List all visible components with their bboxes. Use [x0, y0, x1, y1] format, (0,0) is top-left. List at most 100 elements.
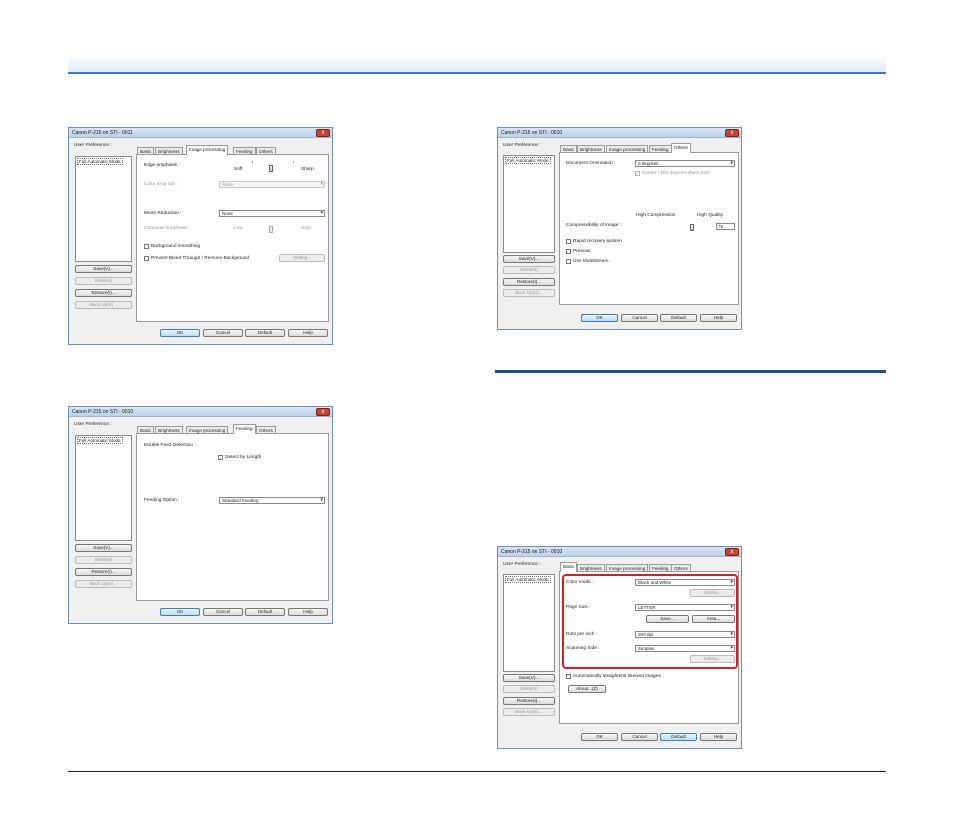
tab-image-processing[interactable]: Image processing [186, 145, 229, 155]
color-mode-label: Color mode : [566, 580, 594, 585]
default-button[interactable]: Default [660, 314, 697, 322]
color-setting-button[interactable]: Setting... [690, 589, 735, 597]
ok-button[interactable]: OK [581, 733, 618, 741]
save-button[interactable]: Save(V)... [75, 265, 132, 273]
delete-button[interactable]: Delete(I) [503, 685, 555, 693]
moire-reduction-label: Moire Reduction : [144, 211, 182, 216]
preference-list[interactable]: Full Automatic Mode [75, 156, 132, 262]
side-setting-button[interactable]: Setting... [690, 655, 735, 663]
color-drop-out-label: Color drop out : [144, 182, 178, 187]
detect-by-length-checkbox[interactable] [218, 455, 223, 460]
area-button[interactable]: Area... [692, 615, 735, 623]
save-button[interactable]: Save(V)... [75, 544, 132, 552]
doc-orientation-select[interactable]: 0 degrees [635, 160, 735, 167]
prescan-checkbox[interactable] [566, 249, 571, 254]
header-band [68, 55, 886, 73]
delete-button[interactable]: Delete(I) [75, 556, 132, 564]
auto-straighten-checkbox[interactable] [566, 674, 571, 679]
footer-rule [68, 771, 886, 772]
restore-button[interactable]: Restore(I)... [503, 278, 555, 286]
prevent-bleed-checkbox[interactable] [144, 256, 149, 261]
dialog-title: Canon P-215 on STI - 0010 [501, 549, 563, 555]
cancel-button[interactable]: Cancel [203, 608, 243, 616]
dialog-basic: Canon P-215 on STI - 0010 x User Prefere… [497, 546, 742, 749]
restore-button[interactable]: Restore(I)... [75, 568, 132, 576]
help-button[interactable]: Help [700, 314, 737, 322]
default-button[interactable]: Default [245, 329, 285, 337]
low-label: Low [234, 226, 243, 231]
about-button[interactable]: About...(Z) [568, 685, 606, 693]
list-item[interactable]: Full Automatic Mode [77, 437, 123, 444]
moire-reduction-select[interactable]: None [219, 210, 325, 217]
tab-panel: Edge emphasis : Soft Sharp Color drop ou… [136, 154, 329, 322]
ok-button[interactable]: OK [581, 314, 618, 322]
high-compression-label: High Compression [636, 213, 676, 218]
compress-spinbox[interactable]: 75 [716, 223, 735, 230]
close-button[interactable]: x [316, 408, 330, 416]
compress-slider-thumb[interactable] [690, 224, 694, 231]
save-button[interactable]: Save(V)... [503, 255, 555, 263]
scanning-side-label: Scanning Side : [566, 646, 600, 651]
user-preference-label: User Preference : [74, 143, 112, 148]
default-button[interactable]: Default [660, 733, 697, 741]
user-preference-label: User Preference : [74, 422, 112, 427]
close-button[interactable]: x [725, 548, 739, 556]
default-button[interactable]: Default [245, 608, 285, 616]
help-button[interactable]: Help [288, 329, 328, 337]
restore-button[interactable]: Restore(I)... [75, 289, 132, 297]
doc-orientation-label: Document Orientation : [566, 161, 616, 166]
detect-by-length-label: Detect by Length [225, 455, 262, 460]
rapid-recovery-checkbox[interactable] [566, 239, 571, 244]
list-item[interactable]: Full Automatic Mode [505, 157, 551, 164]
backup-button[interactable]: Back Up(X)... [503, 289, 555, 297]
use-multistream-checkbox[interactable] [566, 259, 571, 264]
help-button[interactable]: Help [700, 733, 737, 741]
preference-list[interactable]: Full Automatic Mode [503, 574, 555, 672]
backup-button[interactable]: Back Up(X)... [503, 708, 555, 716]
delete-button[interactable]: Delete(I) [503, 266, 555, 274]
save-button[interactable]: Save(V)... [503, 674, 555, 682]
cancel-button[interactable]: Cancel [621, 314, 658, 322]
ok-button[interactable]: OK [160, 608, 200, 616]
color-drop-out-select[interactable]: None [219, 181, 325, 188]
tab-others[interactable]: Others [671, 143, 691, 153]
ok-button[interactable]: OK [160, 329, 200, 337]
use-multistream-label: Use MultiStream [573, 259, 609, 264]
cancel-button[interactable]: Cancel [621, 733, 658, 741]
setting-button[interactable]: Setting... [279, 254, 325, 262]
tab-feeding[interactable]: Feeding [233, 424, 256, 434]
title-bar: Canon P-215 on STI - 0010 x [69, 407, 332, 417]
character-slider-track[interactable] [251, 230, 295, 231]
user-preference-label: User Preference : [503, 143, 541, 148]
close-button[interactable]: x [725, 129, 739, 137]
page-size-select[interactable]: LETTER [635, 604, 735, 611]
high-quality-label: High Quality [697, 213, 724, 218]
background-smoothing-checkbox[interactable] [144, 244, 149, 249]
user-preference-label: User Preference : [503, 562, 541, 567]
compress-slider-track[interactable] [638, 228, 710, 229]
restore-button[interactable]: Restore(I)... [503, 697, 555, 705]
help-button[interactable]: Help [288, 608, 328, 616]
preference-list[interactable]: Full Automatic Mode [75, 435, 132, 541]
color-mode-select[interactable]: Black and White [635, 579, 735, 586]
cancel-button[interactable]: Cancel [203, 329, 243, 337]
tab-basic[interactable]: Basic [560, 562, 578, 572]
delete-button[interactable]: Delete(I) [75, 277, 132, 285]
character-slider-thumb[interactable] [269, 226, 273, 233]
preference-list[interactable]: Full Automatic Mode [503, 155, 555, 253]
edge-slider-track[interactable] [251, 169, 295, 170]
rapid-recovery-label: Rapid recovery system [573, 239, 622, 244]
rotate-back-checkbox[interactable] [635, 171, 640, 176]
save-size-button[interactable]: Save... [646, 615, 689, 623]
edge-emphasis-label: Edge emphasis : [144, 163, 180, 168]
list-item[interactable]: Full Automatic Mode [77, 158, 123, 165]
backup-button[interactable]: Back Up(X)... [75, 301, 132, 309]
scanning-side-select[interactable]: Simplex [635, 645, 735, 652]
close-button[interactable]: x [316, 129, 330, 137]
feeding-option-select[interactable]: Standard Feeding [219, 497, 325, 504]
edge-slider-thumb[interactable] [269, 165, 273, 172]
dpi-select[interactable]: 200 dpi [635, 631, 735, 638]
backup-button[interactable]: Back Up(X)... [75, 580, 132, 588]
list-item[interactable]: Full Automatic Mode [505, 576, 551, 583]
background-smoothing-label: Background smoothing [151, 244, 201, 249]
